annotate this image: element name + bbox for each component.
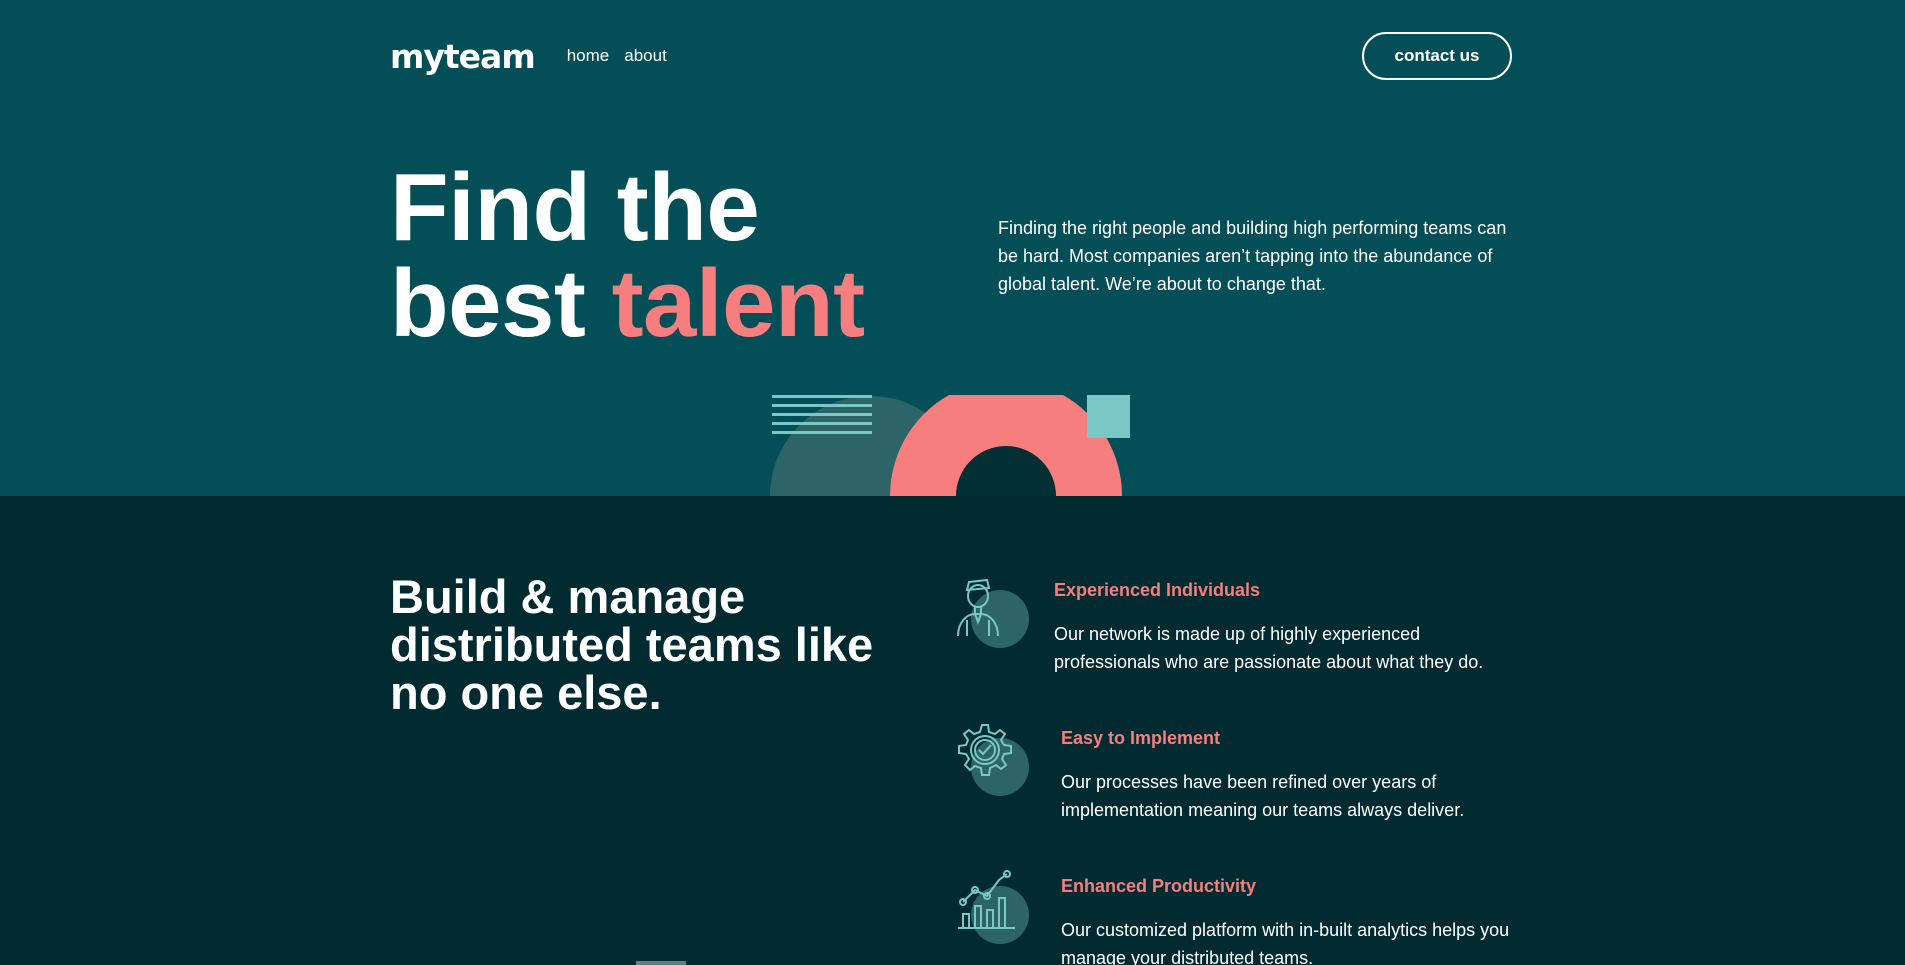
hero-decorative-pattern — [770, 395, 1130, 496]
feature-title: Experienced Individuals — [1054, 580, 1261, 600]
chart-icon — [958, 870, 1029, 944]
hero-description: Finding the right people and building hi… — [998, 218, 1507, 294]
feature-description: Our network is made up of highly experie… — [1054, 624, 1484, 672]
feature-description: Our processes have been refined over yea… — [1061, 772, 1465, 820]
features-heading: Build & manage distributed teams like no… — [390, 570, 874, 719]
feature-description: Our customized platform with in-built an… — [1061, 920, 1510, 965]
gear-check-icon — [958, 724, 1029, 796]
nav-link-about[interactable]: about — [624, 46, 667, 66]
nav-link-home[interactable]: home — [567, 46, 610, 66]
scroll-indicator — [636, 961, 686, 965]
person-icon — [957, 578, 1029, 648]
feature-item: Enhanced Productivity Our customized pla… — [955, 870, 1515, 965]
hero-title-accent: talent — [611, 250, 866, 357]
hero-title-line1: Find the — [390, 154, 760, 261]
hero-title-line2: best — [390, 250, 612, 357]
contact-us-button[interactable]: contact us — [1362, 32, 1512, 80]
hero-title: Find the best talent — [390, 160, 865, 352]
feature-title: Enhanced Productivity — [1061, 876, 1257, 896]
feature-item: Experienced Individuals Our network is m… — [955, 574, 1515, 694]
feature-item: Easy to Implement Our processes have bee… — [955, 722, 1515, 842]
hero-section: myteam home about contact us Find the be… — [0, 0, 1905, 496]
teal-square-shape — [1087, 395, 1130, 438]
logo[interactable]: myteam — [390, 37, 536, 76]
header-nav: myteam home about contact us — [390, 30, 1512, 82]
feature-title: Easy to Implement — [1061, 728, 1221, 748]
